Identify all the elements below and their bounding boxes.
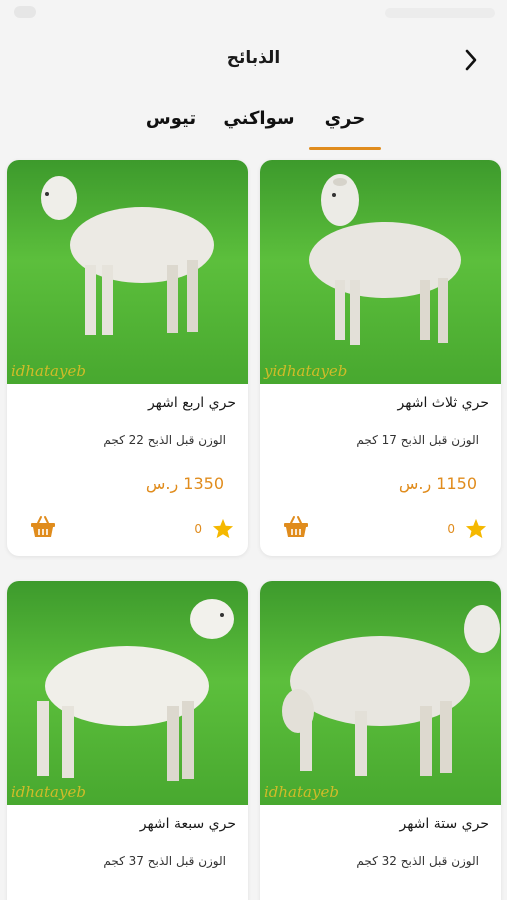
star-icon: [212, 518, 234, 539]
back-button[interactable]: [457, 46, 485, 74]
rating: 0: [447, 518, 487, 539]
basket-icon: [284, 516, 308, 537]
rating-count: 0: [447, 521, 455, 536]
rating: 0: [194, 518, 234, 539]
product-card[interactable]: idhatayeb حري ستة اشهر الوزن قبل الذبح 3…: [260, 581, 501, 900]
product-weight: الوزن قبل الذبح 32 كجم: [356, 854, 479, 868]
status-bar: [0, 0, 507, 30]
product-image: idhatayeb: [260, 581, 501, 805]
chevron-right-icon: [465, 49, 477, 71]
product-card[interactable]: yidhatayeb حري ثلاث اشهر الوزن قبل الذبح…: [260, 160, 501, 556]
watermark: idhatayeb: [264, 783, 339, 801]
product-price: 1350 ر.س: [145, 474, 224, 493]
category-tabs: حري سواكني تيوس: [0, 100, 507, 150]
status-time: [14, 6, 36, 18]
product-weight: الوزن قبل الذبح 22 كجم: [103, 433, 226, 447]
product-image: yidhatayeb: [260, 160, 501, 384]
product-weight: الوزن قبل الذبح 17 كجم: [356, 433, 479, 447]
product-image: idhatayeb: [7, 160, 248, 384]
product-image: idhatayeb: [7, 581, 248, 805]
product-name: حري اربع اشهر: [147, 395, 236, 411]
product-name: حري ثلاث اشهر: [397, 395, 489, 411]
tab-tuyus[interactable]: تيوس: [135, 108, 207, 148]
status-indicators: [385, 8, 495, 18]
app-header: الذبائح: [0, 40, 507, 80]
rating-count: 0: [194, 521, 202, 536]
tab-harri[interactable]: حري: [309, 108, 381, 150]
watermark: yidhatayeb: [264, 362, 348, 380]
product-price: 1150 ر.س: [398, 474, 477, 493]
tab-sawakni[interactable]: سواكني: [218, 108, 300, 148]
star-icon: [465, 518, 487, 539]
add-to-cart-button[interactable]: [282, 514, 310, 540]
product-card[interactable]: idhatayeb حري سبعة اشهر الوزن قبل الذبح …: [7, 581, 248, 900]
watermark: idhatayeb: [11, 362, 86, 380]
watermark: idhatayeb: [11, 783, 86, 801]
basket-icon: [31, 516, 55, 537]
product-card[interactable]: idhatayeb حري اربع اشهر الوزن قبل الذبح …: [7, 160, 248, 556]
page-title: الذبائح: [226, 48, 281, 68]
product-name: حري سبعة اشهر: [139, 816, 236, 832]
product-name: حري ستة اشهر: [399, 816, 490, 832]
add-to-cart-button[interactable]: [29, 514, 57, 540]
product-weight: الوزن قبل الذبح 37 كجم: [103, 854, 226, 868]
